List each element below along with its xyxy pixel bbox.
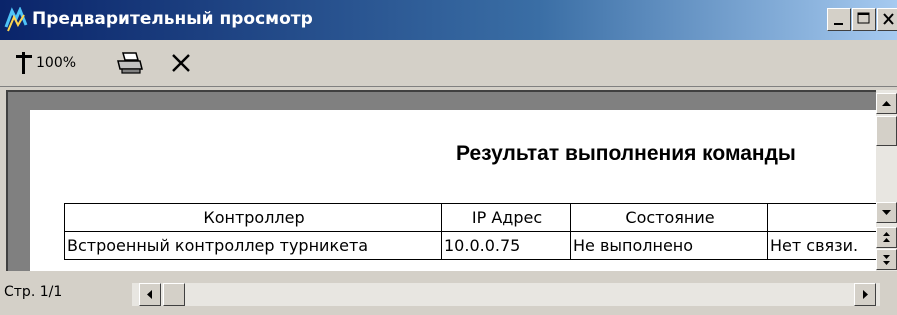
column-header-ip-address: IP Адрес [441, 203, 571, 232]
close-preview-button[interactable] [170, 48, 192, 78]
cell-ip-address: 10.0.0.75 [441, 231, 571, 260]
horizontal-scroll-thumb[interactable] [163, 283, 185, 306]
cell-status: Не выполнено [570, 231, 768, 260]
column-header-status: Состояние [570, 203, 768, 232]
column-header-note [767, 203, 876, 232]
maximize-button[interactable] [852, 8, 876, 31]
table-row: Встроенный контроллер турникета 10.0.0.7… [64, 231, 876, 260]
print-icon [117, 52, 143, 74]
page-down-icon [883, 255, 890, 265]
print-button[interactable] [116, 48, 144, 78]
arrow-left-icon [147, 290, 152, 299]
preview-window: Предварительный просмотр 100% Результат … [0, 0, 897, 315]
maximize-icon [857, 12, 870, 24]
scroll-left-button[interactable] [139, 283, 161, 306]
page-counter: Стр. 1/1 [4, 284, 63, 300]
scroll-down-button[interactable] [876, 202, 897, 223]
preview-area[interactable]: Результат выполнения команды Контроллер … [6, 90, 876, 271]
zoom-button[interactable]: 100% [14, 48, 76, 78]
toolbar: 100% [0, 40, 897, 87]
title-bar[interactable]: Предварительный просмотр [0, 0, 897, 40]
arrow-down-icon [882, 210, 891, 215]
scroll-right-button[interactable] [854, 283, 876, 306]
zoom-icon [16, 52, 32, 74]
table-header-row: Контроллер IP Адрес Состояние [64, 203, 876, 232]
zoom-level: 100% [36, 55, 77, 71]
window-title: Предварительный просмотр [32, 9, 313, 29]
next-page-button[interactable] [876, 249, 897, 270]
cell-controller: Встроенный контроллер турникета [64, 231, 442, 260]
prev-page-button[interactable] [876, 227, 897, 248]
vertical-scrollbar[interactable] [876, 90, 897, 271]
report-title: Результат выполнения команды [456, 142, 796, 165]
cell-note: Нет связи. [767, 231, 876, 260]
page-up-icon [883, 232, 890, 242]
horizontal-scrollbar[interactable] [132, 283, 880, 306]
status-bar: Стр. 1/1 [0, 275, 897, 315]
arrow-right-icon [863, 290, 868, 299]
results-table: Контроллер IP Адрес Состояние Встроенный… [64, 203, 876, 260]
close-preview-icon [172, 54, 190, 72]
close-button[interactable] [877, 8, 897, 31]
app-icon [4, 7, 28, 32]
arrow-up-icon [882, 101, 891, 106]
scroll-thumb[interactable] [876, 116, 897, 146]
close-icon [883, 13, 894, 25]
column-header-controller: Контроллер [64, 203, 442, 232]
scroll-up-button[interactable] [876, 93, 897, 114]
minimize-button[interactable] [827, 8, 851, 31]
minimize-icon [834, 23, 843, 25]
report-page: Результат выполнения команды Контроллер … [30, 110, 876, 271]
